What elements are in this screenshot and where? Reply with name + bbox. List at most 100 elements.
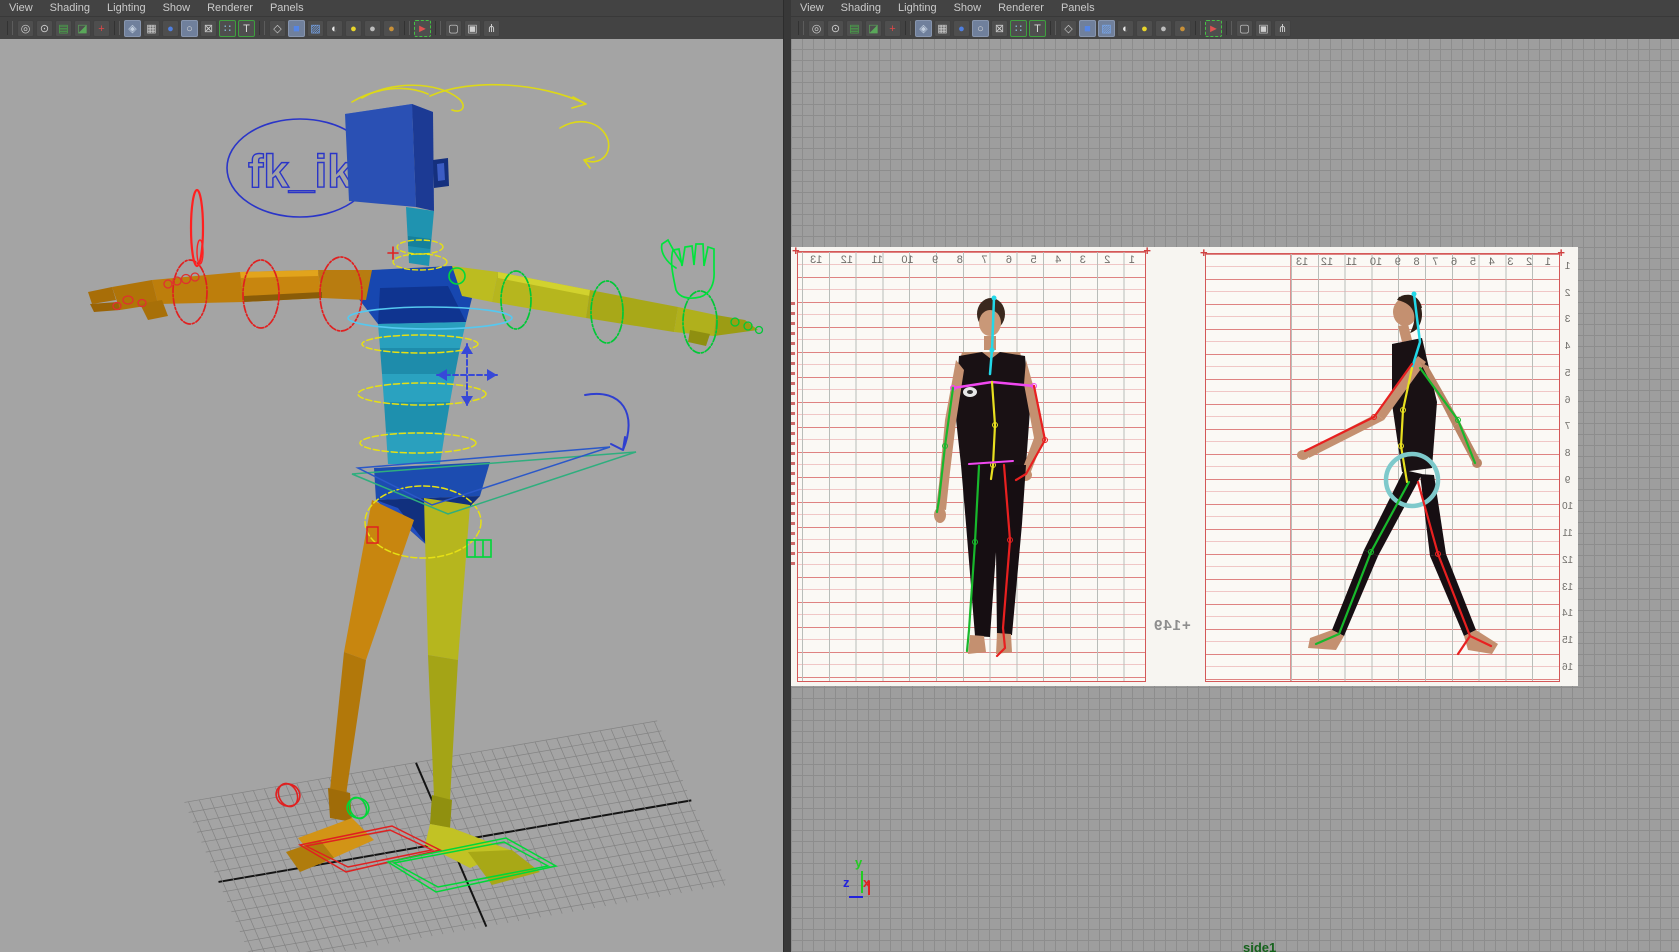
select-camera-icon[interactable]: ◎: [17, 20, 34, 37]
image-plane-icon[interactable]: ◪: [74, 20, 91, 37]
resolution-gate-icon[interactable]: ●: [162, 20, 179, 37]
front-reference-figure: [934, 298, 1045, 654]
menu-item[interactable]: Lighting: [898, 0, 937, 16]
safe-action-icon[interactable]: ∷: [1010, 20, 1027, 37]
ruler-number: 11: [1562, 528, 1573, 539]
camera-attributes-icon[interactable]: ⊙: [36, 20, 53, 37]
panel-persp: View Shading Lighting Show Renderer Panels ◎⊙…: [0, 0, 783, 952]
ruler-number: 13: [1562, 582, 1573, 593]
panel-side1: View Shading Lighting Show Renderer Panels ◎⊙…: [791, 0, 1679, 952]
occlusion-icon[interactable]: ●: [383, 20, 400, 37]
side-reference-figure: [1297, 295, 1498, 654]
menu-item[interactable]: Lighting: [107, 0, 146, 16]
ruler-number: 9: [1562, 475, 1573, 486]
use-default-material-icon[interactable]: ◐: [1117, 20, 1134, 37]
right-hand-control: [662, 240, 715, 298]
safe-title-icon[interactable]: T: [238, 20, 255, 37]
film-edge-ticks: [791, 302, 795, 572]
perspective-viewport[interactable]: fk_ik: [0, 39, 783, 952]
camera-attributes-icon[interactable]: ⊙: [827, 20, 844, 37]
vertical-ruler: 12345678910111213141516: [1562, 261, 1573, 673]
isolate-select-icon[interactable]: ►: [414, 20, 431, 37]
ruler-number: 5: [1562, 368, 1573, 379]
bookmarks-icon[interactable]: ▤: [55, 20, 72, 37]
panel-menu-bar: View Shading Lighting Show Renderer Panels: [791, 0, 1679, 17]
y-axis-label: y: [855, 855, 862, 870]
character-mesh: [88, 104, 758, 885]
field-chart-icon[interactable]: ⊠: [200, 20, 217, 37]
panel-icon-bar: ◎⊙▤◪+◈▦●○⊠∷T◇■▨◐●●●►▢▣⋔: [0, 17, 783, 40]
ruler-number: 12: [1562, 555, 1573, 566]
neck-axis-marker: [388, 247, 398, 259]
bookmarks-icon[interactable]: ▤: [846, 20, 863, 37]
grid-icon[interactable]: ◈: [124, 20, 141, 37]
toolbar-separator: [7, 21, 13, 35]
toolbar-separator: [114, 21, 120, 35]
toolbar-separator: [404, 21, 410, 35]
xray-active-components-icon[interactable]: ▣: [464, 20, 481, 37]
ruler-number: 7: [1562, 421, 1573, 432]
ruler-number: 1: [1562, 261, 1573, 272]
isolate-select-icon[interactable]: ►: [1205, 20, 1222, 37]
image-plane-icon[interactable]: ◪: [865, 20, 882, 37]
reference-image-plane: 12345678910111213: [791, 247, 1578, 686]
toolbar-separator: [798, 21, 804, 35]
svg-text:fk_ik: fk_ik: [248, 145, 353, 197]
toolbar-separator: [905, 21, 911, 35]
safe-action-icon[interactable]: ∷: [219, 20, 236, 37]
gate-mask-icon[interactable]: ○: [181, 20, 198, 37]
resolution-gate-icon[interactable]: ●: [953, 20, 970, 37]
smooth-shade-all-icon[interactable]: ■: [1079, 20, 1096, 37]
menu-item[interactable]: Shading: [50, 0, 90, 16]
ruler-number: 4: [1562, 341, 1573, 352]
xray-active-components-icon[interactable]: ▣: [1255, 20, 1272, 37]
toolbar-separator: [435, 21, 441, 35]
all-lights-icon[interactable]: ●: [345, 20, 362, 37]
x-axis-label: x: [863, 875, 870, 890]
panel-menu-bar: View Shading Lighting Show Renderer Panels: [0, 0, 783, 17]
xray-joints-icon[interactable]: ⋔: [483, 20, 500, 37]
select-camera-icon[interactable]: ◎: [808, 20, 825, 37]
hip-rotate-arrow-control: [585, 394, 629, 450]
menu-item[interactable]: Renderer: [998, 0, 1044, 16]
all-lights-icon[interactable]: ●: [1136, 20, 1153, 37]
toolbar-separator: [1226, 21, 1232, 35]
left-wrist-selected-control: [191, 190, 203, 266]
menu-item[interactable]: Show: [163, 0, 191, 16]
textured-icon[interactable]: ▨: [307, 20, 324, 37]
xray-joints-icon[interactable]: ⋔: [1274, 20, 1291, 37]
smooth-shade-all-icon[interactable]: ■: [288, 20, 305, 37]
xray-icon[interactable]: ▢: [1236, 20, 1253, 37]
textured-icon[interactable]: ▨: [1098, 20, 1115, 37]
pan-zoom-icon[interactable]: +: [884, 20, 901, 37]
wireframe-icon[interactable]: ◇: [1060, 20, 1077, 37]
pan-zoom-icon[interactable]: +: [93, 20, 110, 37]
ruler-number: 14: [1562, 608, 1573, 619]
xray-icon[interactable]: ▢: [445, 20, 462, 37]
film-gate-icon[interactable]: ▦: [143, 20, 160, 37]
axis-indicator: y z x: [843, 857, 887, 903]
gate-mask-icon[interactable]: ○: [972, 20, 989, 37]
use-default-material-icon[interactable]: ◐: [326, 20, 343, 37]
z-axis-label: z: [843, 875, 850, 890]
occlusion-icon[interactable]: ●: [1174, 20, 1191, 37]
ruler-number: 16: [1562, 662, 1573, 673]
wireframe-icon[interactable]: ◇: [269, 20, 286, 37]
film-gate-icon[interactable]: ▦: [934, 20, 951, 37]
shadows-icon[interactable]: ●: [364, 20, 381, 37]
menu-item[interactable]: View: [9, 0, 33, 16]
toolbar-separator: [1050, 21, 1056, 35]
menu-item[interactable]: Shading: [841, 0, 881, 16]
menu-item[interactable]: Panels: [270, 0, 304, 16]
ruler-number: 3: [1562, 314, 1573, 325]
shadows-icon[interactable]: ●: [1155, 20, 1172, 37]
safe-title-icon[interactable]: T: [1029, 20, 1046, 37]
field-chart-icon[interactable]: ⊠: [991, 20, 1008, 37]
menu-item[interactable]: Renderer: [207, 0, 253, 16]
ruler-number: 6: [1562, 395, 1573, 406]
menu-item[interactable]: Panels: [1061, 0, 1095, 16]
menu-item[interactable]: Show: [954, 0, 982, 16]
grid-icon[interactable]: ◈: [915, 20, 932, 37]
side-viewport[interactable]: 12345678910111213: [791, 39, 1679, 952]
menu-item[interactable]: View: [800, 0, 824, 16]
